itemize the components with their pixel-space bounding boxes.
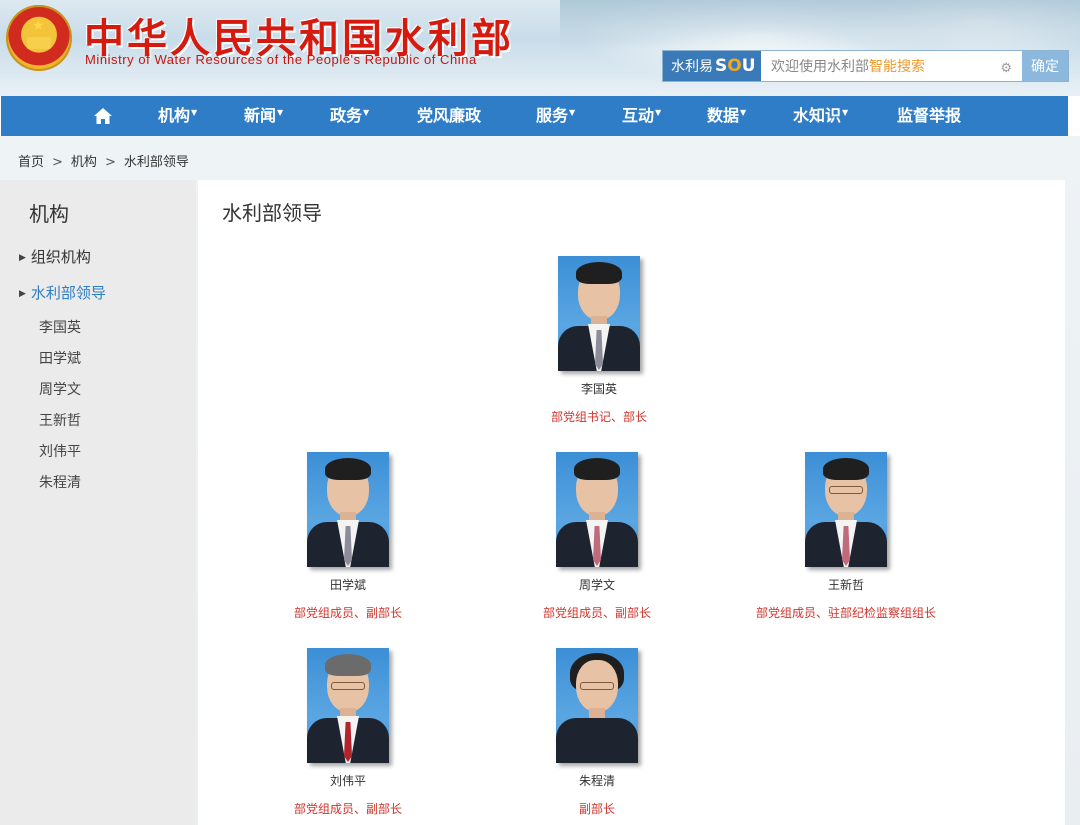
nav-item-jiandu[interactable]: 监督举报 — [897, 96, 961, 136]
national-emblem-icon[interactable]: ★ — [6, 5, 72, 71]
leader-card: 朱程清 副部长 — [487, 648, 707, 817]
gear-icon[interactable]: ⚙ — [1000, 61, 1012, 76]
page-title: 水利部领导 — [222, 201, 322, 225]
nav-item-shuizhishi[interactable]: 水知识▼ — [793, 96, 848, 136]
leader-card: 田学斌 部党组成员、副部长 — [238, 452, 458, 621]
caret-down-icon: ▼ — [569, 108, 576, 117]
sidebar-item-leaders[interactable]: ▶ 水利部领导 — [19, 282, 106, 303]
sidebar-title: 机构 — [29, 202, 69, 226]
breadcrumb-separator: > — [104, 155, 116, 170]
site-header: ★ 中华人民共和国水利部 Ministry of Water Resources… — [0, 0, 1080, 96]
sidebar-sub-item[interactable]: 李国英 — [39, 317, 81, 337]
search-input[interactable]: 欢迎使用水利部 智能搜索 ⚙ — [761, 51, 1022, 81]
sidebar-sub-item[interactable]: 朱程清 — [39, 472, 81, 492]
sidebar-sub-item[interactable]: 田学斌 — [39, 348, 81, 368]
leader-photo[interactable] — [556, 452, 638, 567]
header-banner-image — [560, 0, 1080, 50]
search-placeholder-prefix: 欢迎使用水利部 — [771, 59, 869, 75]
main-content: 水利部领导 李国英 部党组书记、部长 田学斌 部党组成员、副部长 周学文 部党组… — [198, 180, 1065, 825]
sidebar: 机构 ▶ 组织机构 ▶ 水利部领导 李国英 田学斌 周学文 王新哲 刘伟平 朱程清 — [0, 180, 196, 825]
caret-down-icon: ▼ — [191, 108, 198, 117]
leader-role: 部党组成员、副部长 — [542, 606, 651, 620]
search-placeholder-highlight: 智能搜索 — [869, 59, 925, 75]
leader-role: 部党组书记、部长 — [550, 410, 647, 424]
leader-photo[interactable] — [307, 648, 389, 763]
leader-name[interactable]: 刘伟平 — [238, 772, 458, 789]
leader-card: 王新哲 部党组成员、驻部纪检监察组组长 — [736, 452, 956, 621]
nav-item-zhengwu[interactable]: 政务▼ — [330, 96, 369, 136]
caret-down-icon: ▼ — [842, 108, 849, 117]
sidebar-sub-item[interactable]: 周学文 — [39, 379, 81, 399]
search-submit-button[interactable]: 确定 — [1022, 51, 1068, 81]
leader-photo[interactable] — [805, 452, 887, 567]
nav-item-fuwu[interactable]: 服务▼ — [536, 96, 575, 136]
triangle-right-icon: ▶ — [19, 253, 26, 263]
main-nav: 机构▼ 新闻▼ 政务▼ 党风廉政 服务▼ 互动▼ 数据▼ 水知识▼ 监督举报 — [1, 96, 1068, 136]
breadcrumb-current[interactable]: 水利部领导 — [124, 155, 189, 170]
leader-photo[interactable] — [307, 452, 389, 567]
caret-down-icon: ▼ — [277, 108, 284, 117]
leader-card: 李国英 部党组书记、部长 — [489, 256, 709, 425]
sidebar-sub-item[interactable]: 刘伟平 — [39, 441, 81, 461]
caret-down-icon: ▼ — [655, 108, 662, 117]
nav-item-xinwen[interactable]: 新闻▼ — [244, 96, 283, 136]
nav-item-hudong[interactable]: 互动▼ — [622, 96, 661, 136]
star-icon: ★ — [32, 18, 45, 34]
leader-role: 部党组成员、副部长 — [293, 802, 402, 816]
leader-role: 副部长 — [578, 802, 615, 816]
sidebar-sub-item[interactable]: 王新哲 — [39, 410, 81, 430]
search-brand-sou: SOU — [715, 56, 756, 76]
breadcrumb-separator: > — [52, 155, 63, 170]
leader-photo[interactable] — [556, 648, 638, 763]
nav-item-shuju[interactable]: 数据▼ — [707, 96, 746, 136]
site-subtitle: Ministry of Water Resources of the Peopl… — [85, 52, 477, 67]
leader-card: 刘伟平 部党组成员、副部长 — [238, 648, 458, 817]
home-icon[interactable] — [93, 106, 113, 126]
nav-item-dangfeng[interactable]: 党风廉政 — [417, 96, 481, 136]
breadcrumb-home[interactable]: 首页 — [18, 155, 44, 170]
breadcrumb: 首页 > 机构 > 水利部领导 — [18, 151, 189, 170]
leader-name[interactable]: 田学斌 — [238, 576, 458, 593]
leader-role: 部党组成员、副部长 — [293, 606, 402, 620]
triangle-right-icon: ▶ — [19, 289, 26, 299]
search-brand-logo: 水利易 SOU — [663, 51, 761, 81]
leader-name[interactable]: 朱程清 — [487, 772, 707, 789]
search-bar: 水利易 SOU 欢迎使用水利部 智能搜索 ⚙ 确定 — [662, 50, 1069, 82]
search-brand-label: 水利易 — [671, 59, 713, 75]
leader-name[interactable]: 王新哲 — [736, 576, 956, 593]
leader-role: 部党组成员、驻部纪检监察组组长 — [755, 606, 936, 620]
nav-item-jigou[interactable]: 机构▼ — [158, 96, 197, 136]
leader-photo[interactable] — [558, 256, 640, 371]
leader-card: 周学文 部党组成员、副部长 — [487, 452, 707, 621]
sidebar-item-org[interactable]: ▶ 组织机构 — [19, 246, 91, 267]
caret-down-icon: ▼ — [740, 108, 747, 117]
breadcrumb-jigou[interactable]: 机构 — [71, 155, 97, 170]
leader-name[interactable]: 周学文 — [487, 576, 707, 593]
tiananmen-icon — [27, 37, 51, 49]
leader-name[interactable]: 李国英 — [489, 380, 709, 397]
caret-down-icon: ▼ — [363, 108, 370, 117]
